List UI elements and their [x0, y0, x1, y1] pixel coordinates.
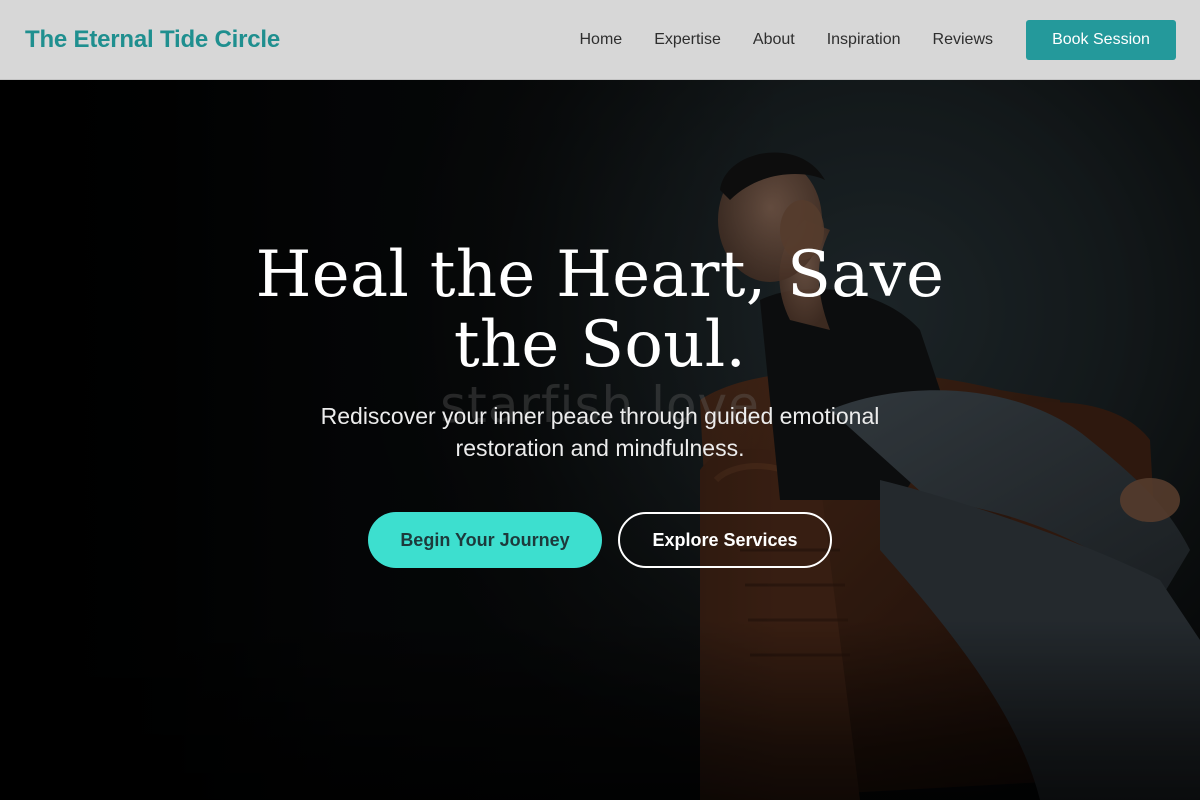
- begin-journey-button[interactable]: Begin Your Journey: [368, 512, 602, 568]
- nav-item-home: Home: [580, 31, 623, 49]
- hero-actions: Begin Your Journey Explore Services: [0, 512, 1200, 568]
- nav-item-inspiration: Inspiration: [827, 31, 901, 49]
- nav-link-inspiration[interactable]: Inspiration: [827, 31, 901, 48]
- nav-link-expertise[interactable]: Expertise: [654, 31, 721, 48]
- hero-title: Heal the Heart, Save the Soul.: [255, 238, 945, 382]
- brand-logo[interactable]: The Eternal Tide Circle: [25, 26, 280, 54]
- hero-content: Heal the Heart, Save the Soul. Rediscove…: [0, 240, 1200, 568]
- nav-link-reviews[interactable]: Reviews: [933, 31, 993, 48]
- site-header: The Eternal Tide Circle Home Expertise A…: [0, 0, 1200, 80]
- nav-item-about: About: [753, 31, 795, 49]
- nav-right: Home Expertise About Inspiration Reviews…: [580, 19, 1176, 60]
- nav-item-reviews: Reviews: [933, 31, 993, 49]
- hero-section: starfish love Heal the Heart, Save the S…: [0, 80, 1200, 800]
- hero-subtitle: Rediscover your inner peace through guid…: [320, 403, 880, 461]
- explore-services-button[interactable]: Explore Services: [618, 512, 832, 568]
- book-session-button[interactable]: Book Session: [1026, 19, 1176, 60]
- nav-link-home[interactable]: Home: [580, 31, 623, 48]
- main-nav: Home Expertise About Inspiration Reviews: [580, 31, 994, 49]
- nav-link-about[interactable]: About: [753, 31, 795, 48]
- nav-item-expertise: Expertise: [654, 31, 721, 49]
